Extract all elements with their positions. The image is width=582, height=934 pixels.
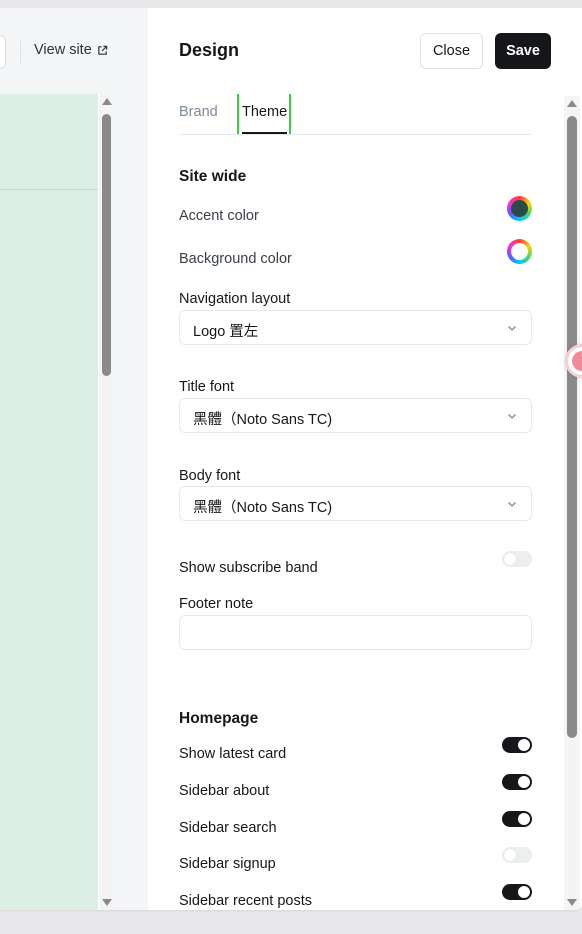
toggle-knob	[518, 776, 530, 788]
title-font-select[interactable]: 黑體（Noto Sans TC)	[179, 398, 532, 433]
background-color-label: Background color	[179, 251, 292, 267]
sidebar-search-toggle[interactable]	[502, 811, 532, 827]
body-font-select[interactable]: 黑體（Noto Sans TC)	[179, 486, 532, 521]
title-font-value: 黑體（Noto Sans TC)	[193, 412, 333, 428]
sidebar-signup-toggle[interactable]	[502, 847, 532, 863]
panel-scrollbar-thumb[interactable]	[567, 116, 577, 738]
sidebar-search-label: Sidebar search	[179, 820, 277, 836]
navigation-layout-label: Navigation layout	[179, 291, 291, 307]
panel-scrollbar[interactable]	[564, 96, 580, 910]
toolbar-divider	[20, 41, 21, 63]
tab-brand[interactable]: Brand	[179, 104, 218, 120]
save-button[interactable]: Save	[495, 33, 551, 69]
navigation-layout-value: Logo 置左	[193, 324, 259, 340]
footer-note-label: Footer note	[179, 596, 254, 612]
design-panel: Design Close Save Brand Theme Site wide …	[148, 8, 582, 910]
help-launcher-core	[572, 351, 582, 371]
accent-color-label: Accent color	[179, 208, 259, 224]
show-latest-card-toggle[interactable]	[502, 737, 532, 753]
scroll-up-icon[interactable]	[567, 100, 577, 107]
navigation-layout-select[interactable]: Logo 置左	[179, 310, 532, 345]
tab-theme-label: Theme	[242, 104, 288, 120]
body-font-label: Body font	[179, 468, 241, 484]
preview-scrollbar[interactable]	[99, 94, 114, 910]
background-color-picker[interactable]	[507, 239, 532, 264]
design-tabs: Brand Theme	[179, 94, 532, 135]
sidebar-signup-label: Sidebar signup	[179, 856, 276, 872]
panel-title: Design	[179, 40, 240, 60]
chevron-down-icon	[508, 326, 516, 331]
external-link-icon	[98, 45, 107, 55]
show-subscribe-band-toggle[interactable]	[502, 551, 532, 567]
view-site-link[interactable]: View site	[34, 42, 108, 58]
sidebar-recent-posts-toggle[interactable]	[502, 884, 532, 900]
section-title-site-wide: Site wide	[179, 168, 247, 185]
toggle-knob	[504, 849, 516, 861]
preview-scrollbar-thumb[interactable]	[102, 114, 111, 376]
footer-note-input[interactable]	[179, 615, 532, 650]
title-font-label: Title font	[179, 379, 235, 395]
toggle-knob	[518, 813, 530, 825]
scroll-down-icon[interactable]	[102, 899, 112, 906]
active-tab-indicator	[242, 132, 288, 134]
body-font-value: 黑體（Noto Sans TC)	[193, 500, 333, 516]
site-preview-canvas	[0, 94, 98, 910]
scroll-down-icon[interactable]	[567, 899, 577, 906]
background-color-preview	[511, 243, 528, 260]
sidebar-about-label: Sidebar about	[179, 783, 270, 799]
view-site-label: View site	[34, 42, 92, 58]
accent-color-preview	[511, 200, 528, 217]
toggle-knob	[504, 553, 516, 565]
scroll-up-icon[interactable]	[102, 98, 112, 105]
tab-theme[interactable]: Theme	[237, 94, 292, 134]
accent-color-picker[interactable]	[507, 196, 532, 221]
preview-header: View site	[0, 8, 148, 94]
show-latest-card-label: Show latest card	[179, 746, 287, 762]
chevron-down-icon	[508, 414, 516, 419]
toggle-knob	[518, 886, 530, 898]
design-settings-window: View site Design Close Save Brand Theme …	[0, 8, 582, 910]
show-subscribe-band-label: Show subscribe band	[179, 560, 318, 576]
sidebar-about-toggle[interactable]	[502, 774, 532, 790]
sidebar-recent-posts-label: Sidebar recent posts	[179, 893, 312, 909]
close-button[interactable]: Close	[420, 33, 483, 69]
section-title-homepage: Homepage	[179, 710, 259, 727]
site-preview-area: View site	[0, 8, 148, 910]
chevron-down-icon	[508, 502, 516, 507]
site-preview-frame[interactable]	[0, 94, 114, 910]
preview-toolbar-control[interactable]	[0, 35, 6, 69]
toggle-knob	[518, 739, 530, 751]
preview-header-band	[0, 94, 98, 190]
